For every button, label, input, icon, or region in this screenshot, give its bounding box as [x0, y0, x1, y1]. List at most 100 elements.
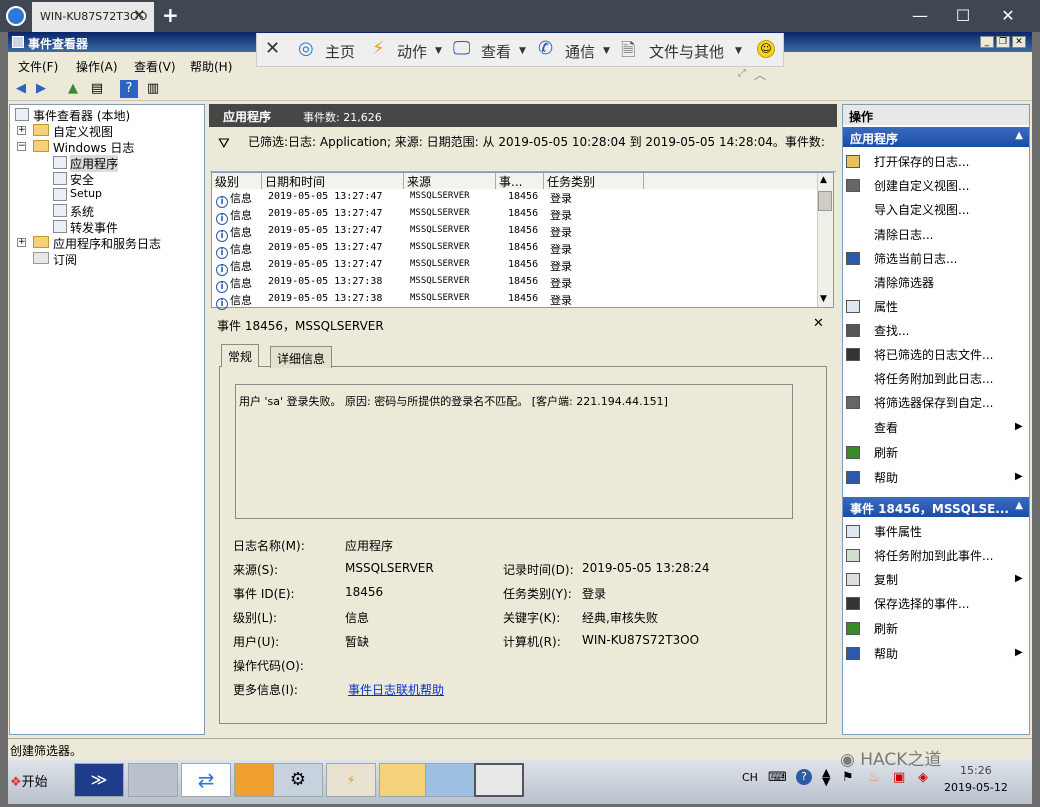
col-level[interactable]: 级别 [212, 173, 262, 189]
action-item[interactable]: 帮助 [846, 469, 898, 486]
forward-icon[interactable]: ▶ [32, 80, 50, 98]
table-row[interactable]: i 信息 2019-05-05 13:27:47 MSSQLSERVER 18456 登录 [212, 241, 816, 259]
collapse-icon[interactable]: ︿ [754, 66, 766, 83]
tree-item-custom-views[interactable]: 自定义视图 [53, 123, 113, 140]
settings-gear-icon[interactable]: ⚙ [273, 763, 323, 797]
action-item[interactable]: 清除筛选器 [846, 274, 934, 291]
action-item[interactable]: 属性 [846, 298, 898, 315]
clock-time[interactable]: 15:26 [960, 764, 992, 777]
show-hide-tree-icon[interactable]: ▤ [88, 80, 106, 98]
action-item[interactable]: 保存选择的事件... [846, 595, 969, 612]
tree-item-forwarded[interactable]: 转发事件 [70, 219, 118, 236]
server-manager-icon[interactable] [128, 763, 178, 797]
back-icon[interactable]: ◀ [12, 80, 30, 98]
tab-details[interactable]: 详细信息 [270, 346, 333, 368]
maximize-button[interactable]: ☐ [943, 4, 983, 28]
menu-file[interactable]: 文件(F) [18, 58, 58, 75]
show-hide-action-icon[interactable]: ▥ [144, 80, 162, 98]
action-item[interactable]: 复制 [846, 571, 898, 588]
tv-comm-button[interactable]: 通信 [565, 41, 595, 62]
table-row[interactable]: i 信息 2019-05-05 13:27:47 MSSQLSERVER 18456 登录 [212, 224, 816, 242]
menu-view[interactable]: 查看(V) [134, 58, 176, 75]
event-viewer-taskbar-icon[interactable] [474, 763, 524, 797]
action-item[interactable]: 将筛选器保存到自定... [846, 394, 993, 411]
table-row[interactable]: i 信息 2019-05-05 13:27:47 MSSQLSERVER 18456 登录 [212, 258, 816, 276]
mdi-close-button[interactable]: ✕ [1012, 36, 1026, 48]
clock-date[interactable]: 2019-05-12 [944, 781, 1008, 794]
tree-item-security[interactable]: 安全 [70, 171, 94, 188]
tree-item-subscriptions[interactable]: 订阅 [53, 251, 77, 268]
action-item[interactable]: 打开保存的日志... [846, 153, 969, 170]
explorer-folder-icon[interactable] [379, 763, 429, 797]
action-item[interactable]: 将已筛选的日志文件... [846, 346, 993, 363]
minimize-button[interactable]: — [900, 4, 940, 28]
scroll-thumb[interactable] [818, 191, 832, 211]
app-lightning-icon[interactable]: ⚡ [326, 763, 376, 797]
menu-action[interactable]: 操作(A) [76, 58, 118, 75]
tv-files-button[interactable]: 文件与其他 [649, 41, 724, 62]
expand-icon[interactable]: + [17, 238, 26, 247]
action-item[interactable]: 刷新 [846, 620, 898, 637]
online-help-link[interactable]: 事件日志联机帮助 [348, 681, 444, 698]
up-folder-icon[interactable]: ▲ [64, 80, 82, 98]
tab-close-icon[interactable]: ✕ [133, 6, 146, 24]
action-item[interactable]: 查找... [846, 322, 909, 339]
expand-icon[interactable]: + [17, 126, 26, 135]
actions-section-event[interactable]: 事件 18456，MSSQLSE... ▲ [843, 497, 1029, 517]
scroll-up-icon[interactable]: ▲ [820, 175, 827, 185]
action-item[interactable]: 查看 [846, 419, 898, 436]
tree-item-setup[interactable]: Setup [70, 187, 102, 200]
table-row[interactable]: i 信息 2019-05-05 13:27:47 MSSQLSERVER 18456 登录 [212, 190, 816, 208]
close-window-button[interactable]: ✕ [988, 4, 1028, 28]
col-datetime[interactable]: 日期和时间 [262, 173, 404, 189]
tree-item-windows-logs[interactable]: Windows 日志 [53, 139, 134, 156]
notepad-icon[interactable] [425, 763, 475, 797]
mdi-minimize-button[interactable]: _ [980, 36, 994, 48]
feedback-smiley-icon[interactable]: ☺ [757, 40, 775, 58]
fullscreen-icon[interactable]: ⤢ [738, 68, 746, 79]
help-icon[interactable]: ? [120, 80, 138, 98]
language-indicator[interactable]: CH [742, 771, 758, 784]
action-item[interactable]: 创建自定义视图... [846, 177, 969, 194]
actions-section-app[interactable]: 应用程序 ▲ [843, 127, 1029, 147]
tv-home-button[interactable]: 主页 [325, 41, 355, 62]
tree-item-application[interactable]: 应用程序 [70, 155, 119, 172]
close-session-icon[interactable]: ✕ [265, 38, 280, 59]
tree-root[interactable]: 事件查看器 (本地) [33, 107, 130, 124]
table-row[interactable]: i 信息 2019-05-05 13:27:47 MSSQLSERVER 18456 登录 [212, 207, 816, 225]
help-tray-icon[interactable]: ? [796, 769, 812, 785]
table-row[interactable]: i 信息 2019-05-05 13:27:38 MSSQLSERVER 18456 登录 [212, 275, 816, 293]
tree-item-system[interactable]: 系统 [70, 203, 94, 220]
action-item[interactable]: 将任务附加到此事件... [846, 547, 993, 564]
col-source[interactable]: 来源 [404, 173, 496, 189]
tab-general[interactable]: 常规 [221, 344, 260, 367]
teamviewer-taskbar-icon[interactable]: ⇄ [181, 763, 231, 797]
tv-action-button[interactable]: 动作 [397, 41, 427, 62]
tv-view-button[interactable]: 查看 [481, 41, 511, 62]
keyboard-icon[interactable]: ⌨ [768, 770, 787, 785]
tray-app-icon[interactable]: ♨ [868, 770, 880, 785]
detail-close-icon[interactable]: ✕ [813, 316, 824, 331]
tray-expand-icon[interactable]: ▲ ▼ [822, 767, 830, 787]
collapse-icon[interactable]: − [17, 142, 26, 151]
mdi-restore-button[interactable]: ❐ [996, 36, 1010, 48]
action-item[interactable]: 筛选当前日志... [846, 250, 957, 267]
col-eventid[interactable]: 事... [496, 173, 544, 189]
scroll-down-icon[interactable]: ▼ [820, 294, 827, 304]
collapse-icon[interactable]: ▲ [1015, 500, 1023, 511]
network-icon[interactable]: ▣ [893, 770, 905, 785]
powershell-icon[interactable]: ≫ [74, 763, 124, 797]
action-item[interactable]: 清除日志... [846, 226, 933, 243]
action-item[interactable]: 将任务附加到此日志... [846, 370, 993, 387]
start-button[interactable]: ❖开始 [10, 763, 58, 795]
table-row[interactable]: i 信息 2019-05-05 13:27:38 MSSQLSERVER 18456 登录 [212, 292, 816, 310]
flag-icon[interactable]: ⚑ [842, 770, 854, 785]
new-tab-button[interactable]: + [162, 3, 179, 27]
tree-item-app-service-logs[interactable]: 应用程序和服务日志 [53, 235, 161, 252]
action-item[interactable]: 刷新 [846, 444, 898, 461]
action-item[interactable]: 导入自定义视图... [846, 201, 969, 218]
collapse-icon[interactable]: ▲ [1015, 130, 1023, 141]
action-item[interactable]: 事件属性 [846, 523, 922, 540]
col-task[interactable]: 任务类别 [544, 173, 644, 189]
action-item[interactable]: 帮助 [846, 645, 898, 662]
